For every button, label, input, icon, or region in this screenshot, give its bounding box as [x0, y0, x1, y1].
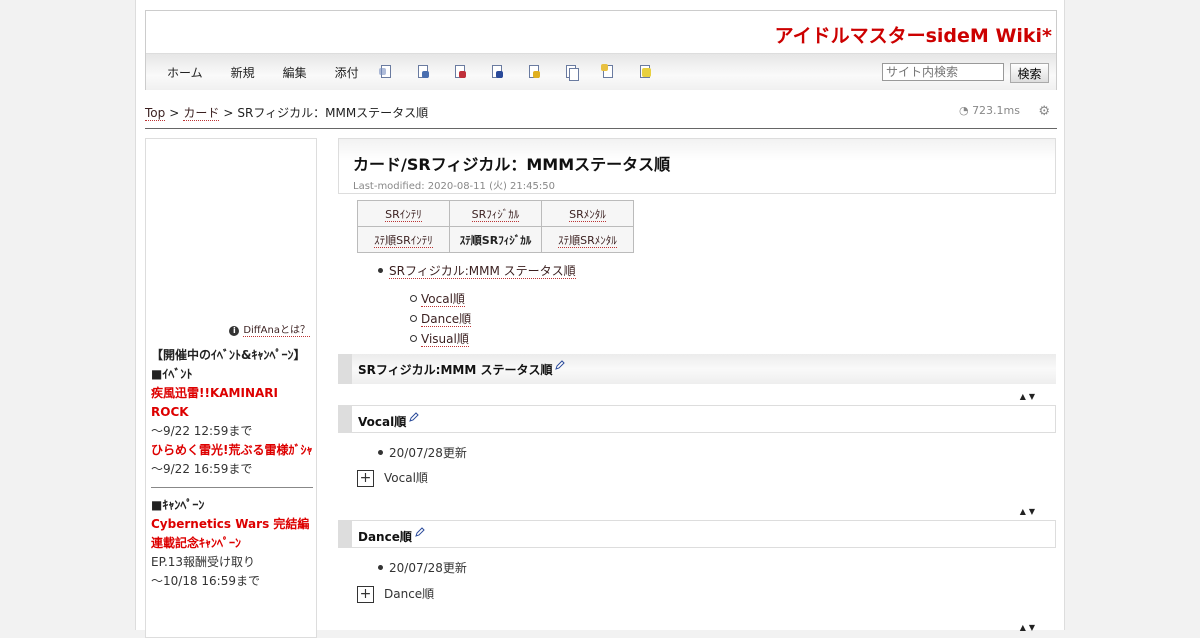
- expand-icon[interactable]: +: [357, 586, 374, 603]
- edit-pencil-icon[interactable]: [555, 360, 566, 370]
- rename-icon[interactable]: [415, 64, 431, 80]
- section-heading-dance: Dance順: [338, 520, 1056, 548]
- recent-icon[interactable]: [600, 64, 616, 80]
- search-form: 検索: [882, 63, 1049, 83]
- fold-toggle-dance[interactable]: + Dance順: [357, 585, 434, 603]
- site-header: アイドルマスターsideM Wiki* ホーム 新規 編集 添付 検索: [145, 10, 1057, 90]
- title-box: カード/SRフィジカル：MMMステータス順 Last-modified: 202…: [338, 138, 1056, 194]
- fold-toggle-vocal[interactable]: + Vocal順: [357, 469, 428, 487]
- event-until-1: ～9/22 12:59まで: [151, 424, 253, 438]
- event-until-2: ～9/22 16:59まで: [151, 462, 253, 476]
- breadcrumb-current: SRフィジカル：MMMステータス順: [237, 106, 429, 120]
- page-title: カード/SRフィジカル：MMMステータス順: [353, 155, 671, 174]
- main-menu: ホーム 新規 編集 添付: [158, 64, 378, 81]
- tool-icons: [378, 64, 674, 81]
- breadcrumb-parent[interactable]: カード: [183, 106, 220, 121]
- last-modified: Last-modified: 2020-08-11 (火) 21:45:50: [353, 181, 555, 192]
- speed-icon: ◔: [958, 104, 973, 117]
- campaign-desc: EP.13報酬受け取り: [151, 555, 256, 569]
- toc-subitem[interactable]: Visual順: [410, 330, 576, 347]
- event-section-title: 【開催中のｲﾍﾞﾝﾄ&ｷｬﾝﾍﾟｰﾝ】: [151, 348, 306, 362]
- toolbar: ホーム 新規 編集 添付 検索: [146, 53, 1056, 90]
- toc-subitem[interactable]: Dance順: [410, 310, 576, 327]
- toc-subitem[interactable]: Vocal順: [410, 290, 576, 307]
- card-nav-table: SRｲﾝﾃﾘ SRﾌｨｼﾞｶﾙ SRﾒﾝﾀﾙ ｽﾃ順SRｲﾝﾃﾘ ｽﾃ順SRﾌｨ…: [357, 200, 634, 253]
- nav-cell[interactable]: ｽﾃ順SRﾒﾝﾀﾙ: [541, 226, 634, 253]
- section-nav-arrows[interactable]: ▲▼: [1020, 507, 1038, 516]
- render-time: ◔ 723.1ms: [958, 104, 1020, 117]
- campaign-heading: ■ｷｬﾝﾍﾟｰﾝ: [151, 498, 205, 512]
- nav-cell[interactable]: SRﾌｨｼﾞｶﾙ: [449, 200, 542, 227]
- page-container: アイドルマスターsideM Wiki* ホーム 新規 編集 添付 検索: [135, 0, 1065, 638]
- freeze-icon[interactable]: [526, 64, 542, 80]
- section-heading-main: SRフィジカル:MMM ステータス順: [338, 354, 1056, 384]
- nav-cell[interactable]: SRﾒﾝﾀﾙ: [541, 200, 634, 227]
- section-nav-arrows[interactable]: ▲▼: [1020, 623, 1038, 632]
- nav-cell[interactable]: ｽﾃ順SRｲﾝﾃﾘ: [357, 226, 450, 253]
- site-title[interactable]: アイドルマスターsideM Wiki*: [775, 21, 1052, 48]
- search-input[interactable]: [882, 63, 1004, 81]
- update-note: 20/07/28更新: [378, 446, 467, 460]
- sidebar-divider: [151, 487, 313, 488]
- event-panel: 【開催中のｲﾍﾞﾝﾄ&ｷｬﾝﾍﾟｰﾝ】 ■ｲﾍﾞﾝﾄ 疾風迅雷!!KAMINAR…: [151, 346, 313, 591]
- campaign-until: ～10/18 16:59まで: [151, 574, 260, 588]
- event-link-1[interactable]: 疾風迅雷!!KAMINARI ROCK: [151, 384, 313, 422]
- campaign-link[interactable]: Cybernetics Wars 完結編連載記念ｷｬﾝﾍﾟｰﾝ: [151, 515, 313, 553]
- menu-home[interactable]: ホーム: [158, 64, 212, 81]
- header-divider: [145, 128, 1057, 129]
- event-heading: ■ｲﾍﾞﾝﾄ: [151, 367, 193, 381]
- search-button[interactable]: 検索: [1010, 63, 1049, 83]
- breadcrumb-top[interactable]: Top: [145, 106, 166, 121]
- menu-new[interactable]: 新規: [222, 64, 264, 81]
- ad-space: [146, 139, 316, 314]
- help-icon[interactable]: [637, 64, 653, 80]
- diffana-link[interactable]: i DiffAnaとは？: [229, 321, 310, 337]
- info-icon: i: [229, 326, 240, 336]
- expand-icon[interactable]: +: [357, 470, 374, 487]
- diff-icon[interactable]: [452, 64, 468, 80]
- toc-item[interactable]: SRフィジカル:MMM ステータス順: [378, 262, 576, 279]
- section-nav-arrows[interactable]: ▲▼: [1020, 392, 1038, 401]
- list-icon[interactable]: [563, 64, 579, 81]
- gear-icon[interactable]: ⚙: [1038, 104, 1050, 119]
- breadcrumb: Top > カード > SRフィジカル：MMMステータス順: [145, 106, 429, 121]
- menu-attach[interactable]: 添付: [326, 64, 368, 81]
- section-heading-vocal: Vocal順: [338, 405, 1056, 433]
- edit-pencil-icon[interactable]: [415, 527, 425, 537]
- update-note: 20/07/28更新: [378, 561, 467, 575]
- event-link-2[interactable]: ひらめく雷光!荒ぶる雷様ｶﾞｼｬ: [151, 441, 313, 460]
- menu-edit[interactable]: 編集: [274, 64, 316, 81]
- backup-icon[interactable]: [489, 64, 505, 80]
- copy-icon[interactable]: [378, 64, 394, 80]
- table-of-contents: SRフィジカル:MMM ステータス順 Vocal順 Dance順 Visual順: [378, 262, 576, 347]
- nav-cell-current: ｽﾃ順SRﾌｨｼﾞｶﾙ: [449, 226, 542, 253]
- edit-pencil-icon[interactable]: [409, 412, 419, 422]
- sidebar: i DiffAnaとは？ 【開催中のｲﾍﾞﾝﾄ&ｷｬﾝﾍﾟｰﾝ】 ■ｲﾍﾞﾝﾄ 疾…: [145, 138, 317, 638]
- nav-cell[interactable]: SRｲﾝﾃﾘ: [357, 200, 450, 227]
